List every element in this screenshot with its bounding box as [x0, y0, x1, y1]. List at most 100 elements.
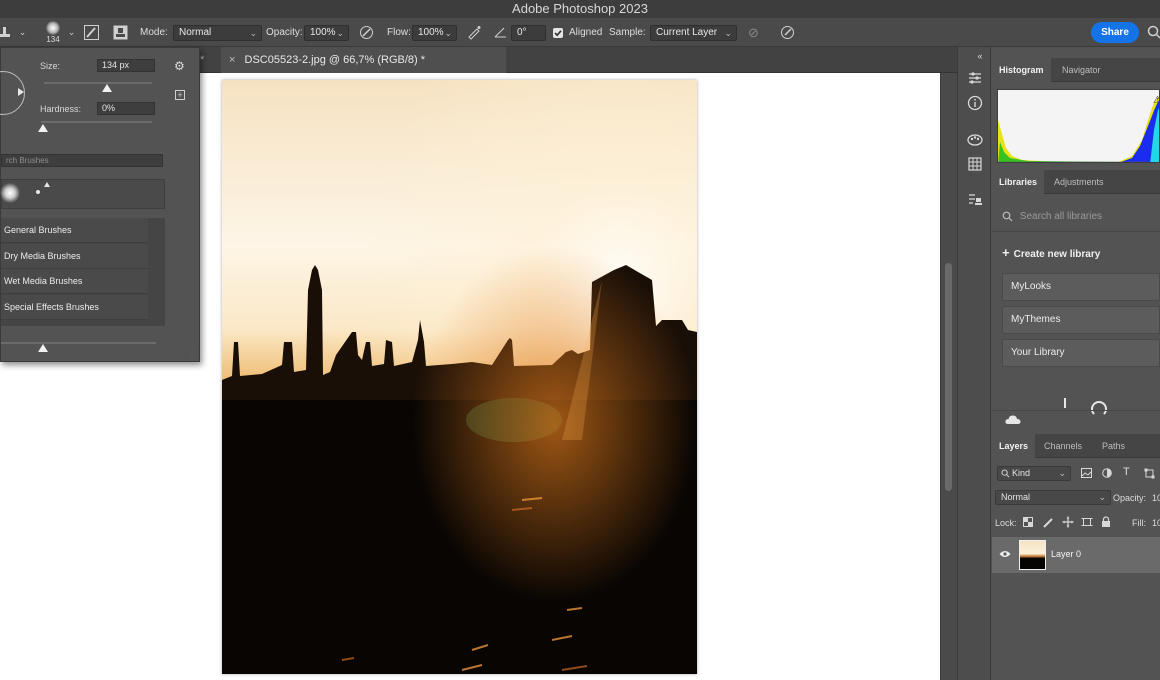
filter-type-icon[interactable]: T	[1123, 466, 1130, 478]
tab-navigator[interactable]: Navigator	[1055, 58, 1108, 82]
pressure-opacity-icon[interactable]	[358, 24, 375, 41]
tab-paths[interactable]: Paths	[1095, 434, 1132, 458]
clone-stamp-tool-icon[interactable]	[0, 24, 13, 41]
hardness-slider-handle[interactable]	[38, 124, 48, 132]
brush-folder-general[interactable]: General Brushes	[1, 218, 148, 243]
grid-table-icon[interactable]	[966, 155, 984, 173]
airbrush-icon[interactable]	[466, 24, 483, 41]
library-item-mythemes[interactable]: MyThemes	[1002, 306, 1160, 334]
filter-adjustment-icon[interactable]	[1102, 468, 1112, 480]
create-library-label: Create new library	[1013, 249, 1101, 260]
layer-name: Layer 0	[1051, 549, 1082, 559]
preview-size-slider-track[interactable]	[1, 342, 156, 344]
app-title: Adobe Photoshop 2023	[512, 1, 648, 16]
document-canvas-image[interactable]	[222, 80, 697, 674]
library-search-field[interactable]: Search all libraries	[1002, 205, 1160, 229]
tab-channels[interactable]: Channels	[1037, 434, 1089, 458]
small-brush-icon[interactable]	[36, 190, 40, 194]
spinner-icon	[1091, 401, 1107, 417]
tab-libraries[interactable]: Libraries	[992, 170, 1045, 194]
size-field[interactable]: 134 px	[97, 59, 155, 72]
brush-strip-marker-icon	[44, 182, 50, 187]
opacity-field[interactable]: 100% ⌄	[304, 25, 349, 41]
layer-row[interactable]: Layer 0	[992, 537, 1160, 573]
angle-field[interactable]: 0°	[511, 25, 546, 41]
clone-source-panel-icon[interactable]	[112, 24, 129, 41]
search-icon	[1002, 211, 1013, 222]
preview-size-slider-handle[interactable]	[38, 344, 48, 352]
warning-icon[interactable]: ⚠	[1153, 95, 1160, 106]
layer-filter-select[interactable]: Kind ⌄	[997, 466, 1071, 481]
lock-image-pixels-icon[interactable]	[1043, 517, 1054, 530]
plus-icon: +	[1002, 245, 1010, 260]
library-search-placeholder: Search all libraries	[1019, 211, 1103, 222]
close-tab-icon[interactable]: ×	[229, 54, 235, 66]
histogram-panel-tabs: Histogram Navigator	[992, 58, 1160, 82]
aligned-checkbox[interactable]	[553, 28, 563, 38]
swatches-icon[interactable]	[966, 131, 984, 149]
layer-thumbnail	[1019, 540, 1046, 570]
scrollbar-thumb[interactable]	[945, 263, 952, 491]
new-preset-icon[interactable]: +	[175, 90, 185, 100]
sample-select[interactable]: Current Layer ⌄	[650, 25, 737, 41]
resize-grip-icon[interactable]: ⋮	[188, 350, 196, 359]
size-slider-handle[interactable]	[102, 84, 112, 92]
divider	[992, 231, 1160, 232]
tool-preset-chevron-icon[interactable]: ⌄	[14, 24, 31, 41]
brush-settings-panel-icon[interactable]	[83, 24, 100, 41]
search-icon[interactable]	[1146, 24, 1160, 41]
gear-icon[interactable]: ⚙	[174, 59, 185, 73]
eye-visibility-icon[interactable]	[999, 549, 1011, 561]
flow-field[interactable]: 100% ⌄	[412, 25, 457, 41]
tab-layers[interactable]: Layers	[992, 434, 1036, 458]
properties-sliders-icon[interactable]	[966, 69, 984, 87]
chevron-down-icon: ⌄	[1058, 468, 1066, 478]
brush-folder-wet-media[interactable]: Wet Media Brushes	[1, 269, 148, 294]
mode-select[interactable]: Normal ⌄	[173, 25, 262, 41]
layer-filter-value: Kind	[1012, 468, 1031, 478]
filter-pixel-icon[interactable]	[1081, 468, 1092, 480]
brush-preset-picker-panel: Size: 134 px Hardness: 0% ⚙ + rch Brushe…	[0, 47, 200, 362]
size-slider-track[interactable]	[44, 82, 152, 84]
brush-picker-chevron-icon[interactable]: ⌄	[63, 24, 80, 41]
panel-icon-strip: «	[957, 47, 991, 680]
tab-adjustments[interactable]: Adjustments	[1047, 170, 1111, 194]
filter-shape-icon[interactable]	[1144, 468, 1155, 481]
hardness-label: Hardness:	[40, 104, 82, 114]
chevron-down-icon: ⌄	[336, 28, 344, 38]
info-icon[interactable]	[966, 94, 984, 112]
lock-all-icon[interactable]	[1101, 516, 1111, 530]
opacity-label: Opacity:	[266, 27, 303, 38]
layer-opacity-value[interactable]: 10	[1152, 493, 1160, 503]
hardness-slider-track[interactable]	[41, 121, 152, 123]
lock-position-icon[interactable]	[1062, 516, 1074, 530]
library-item-your-library[interactable]: Your Library	[1002, 339, 1160, 367]
brush-folder-dry-media[interactable]: Dry Media Brushes	[1, 244, 148, 269]
vertical-scrollbar[interactable]	[940, 73, 957, 680]
lock-transparent-pixels-icon[interactable]	[1023, 517, 1033, 529]
brush-folder-special-effects[interactable]: Special Effects Brushes	[1, 295, 148, 320]
lock-artboard-icon[interactable]	[1081, 516, 1093, 530]
brush-search-input[interactable]: rch Brushes	[1, 154, 163, 167]
flow-value: 100%	[418, 27, 444, 38]
tab-histogram[interactable]: Histogram	[992, 58, 1051, 82]
fill-value[interactable]: 10	[1152, 518, 1160, 528]
sample-value: Current Layer	[656, 27, 718, 38]
hardness-field[interactable]: 0%	[97, 102, 155, 115]
blend-mode-select[interactable]: Normal ⌄	[995, 490, 1111, 505]
soft-round-brush-icon[interactable]	[0, 183, 20, 203]
share-button[interactable]: Share	[1091, 22, 1139, 43]
library-item-mylooks[interactable]: MyLooks	[1002, 273, 1160, 301]
flow-label: Flow:	[387, 27, 411, 38]
opacity-value: 100%	[310, 27, 336, 38]
previous-document-tab[interactable]: *	[198, 47, 221, 73]
pressure-size-icon[interactable]	[779, 24, 796, 41]
clone-source-icon[interactable]	[966, 191, 984, 209]
ignore-adjustment-layers-icon[interactable]: ⊘	[745, 24, 762, 41]
document-tab[interactable]: × DSC05523-2.jpg @ 66,7% (RGB/8) *	[221, 47, 506, 73]
cloud-icon[interactable]	[1005, 414, 1021, 428]
collapse-panels-icon[interactable]: «	[971, 47, 989, 65]
create-library-button[interactable]: + Create new library	[1002, 245, 1100, 260]
blend-mode-value: Normal	[1001, 492, 1031, 502]
angle-handle-icon[interactable]	[18, 88, 24, 96]
